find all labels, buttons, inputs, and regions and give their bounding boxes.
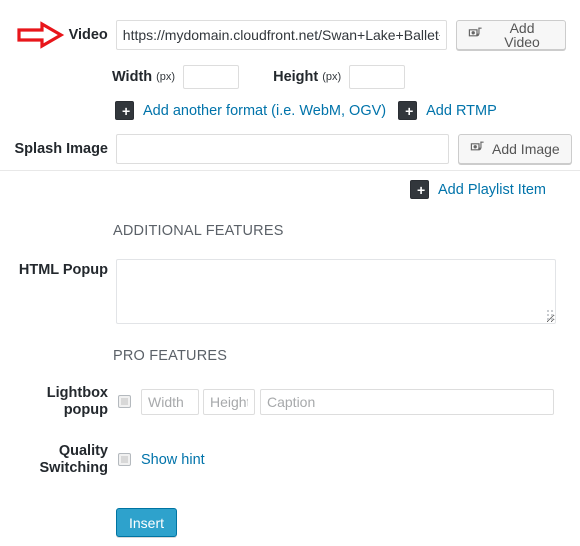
lightbox-height-input[interactable] (203, 388, 255, 415)
add-playlist-plus-button[interactable]: + (410, 180, 429, 199)
quality-switching-checkbox[interactable] (118, 453, 131, 467)
lightbox-popup-label: Lightbox popup (46, 385, 108, 418)
lightbox-caption-input[interactable] (260, 388, 554, 415)
add-playlist-item-link[interactable]: Add Playlist Item (438, 182, 546, 198)
height-unit: (px) (322, 71, 342, 83)
lightbox-width-input[interactable] (141, 388, 199, 415)
add-image-button-label: Add Image (492, 141, 560, 157)
lightbox-popup-checkbox[interactable] (118, 395, 131, 409)
add-rtmp-link[interactable]: Add RTMP (426, 103, 497, 119)
video-url-input[interactable] (115, 20, 448, 50)
width-label: Width (112, 68, 153, 85)
video-row: Video Add Video (66, 20, 566, 50)
section-divider (0, 170, 580, 171)
add-playlist-item-row: + Add Playlist Item (410, 180, 546, 199)
add-another-format-link[interactable]: Add another format (i.e. WebM, OGV) (143, 103, 386, 119)
insert-button[interactable]: Insert (116, 508, 178, 537)
quality-switching-label: Quality Switching (39, 443, 108, 476)
pro-features-heading: PRO FEATURES (113, 348, 228, 364)
video-label: Video (68, 26, 108, 43)
additional-features-heading: ADDITIONAL FEATURES (113, 223, 284, 239)
add-format-plus-button[interactable]: + (115, 101, 134, 120)
dimensions-row: Width (px) Height (px) (112, 65, 406, 89)
width-unit: (px) (156, 71, 176, 83)
splash-image-label: Splash Image (14, 140, 108, 157)
video-embed-form: Video Add Video Width (px) Height (px) + (0, 0, 580, 546)
quality-switching-hint-link[interactable]: Show hint (141, 452, 205, 468)
red-arrow-pointer (16, 21, 66, 49)
add-media-icon (470, 140, 486, 159)
height-label: Height (273, 68, 319, 85)
splash-image-input[interactable] (116, 134, 449, 164)
format-links-row: + Add another format (i.e. WebM, OGV) + … (115, 101, 497, 120)
add-video-button-label: Add Video (504, 20, 540, 50)
splash-image-row: Splash Image Add Image (14, 134, 574, 164)
html-popup-label: HTML Popup (18, 262, 108, 278)
add-media-icon (468, 26, 484, 45)
width-input[interactable] (183, 65, 240, 89)
add-image-button[interactable]: Add Image (458, 134, 572, 164)
html-popup-textarea[interactable] (116, 259, 556, 324)
lightbox-popup-row: Lightbox popup (14, 385, 574, 418)
add-rtmp-plus-button[interactable]: + (398, 101, 418, 120)
quality-switching-row: Quality Switching Show hint (14, 443, 205, 476)
html-popup-row: HTML Popup (14, 259, 556, 327)
add-video-button[interactable]: Add Video (456, 20, 566, 50)
height-input[interactable] (349, 65, 406, 89)
